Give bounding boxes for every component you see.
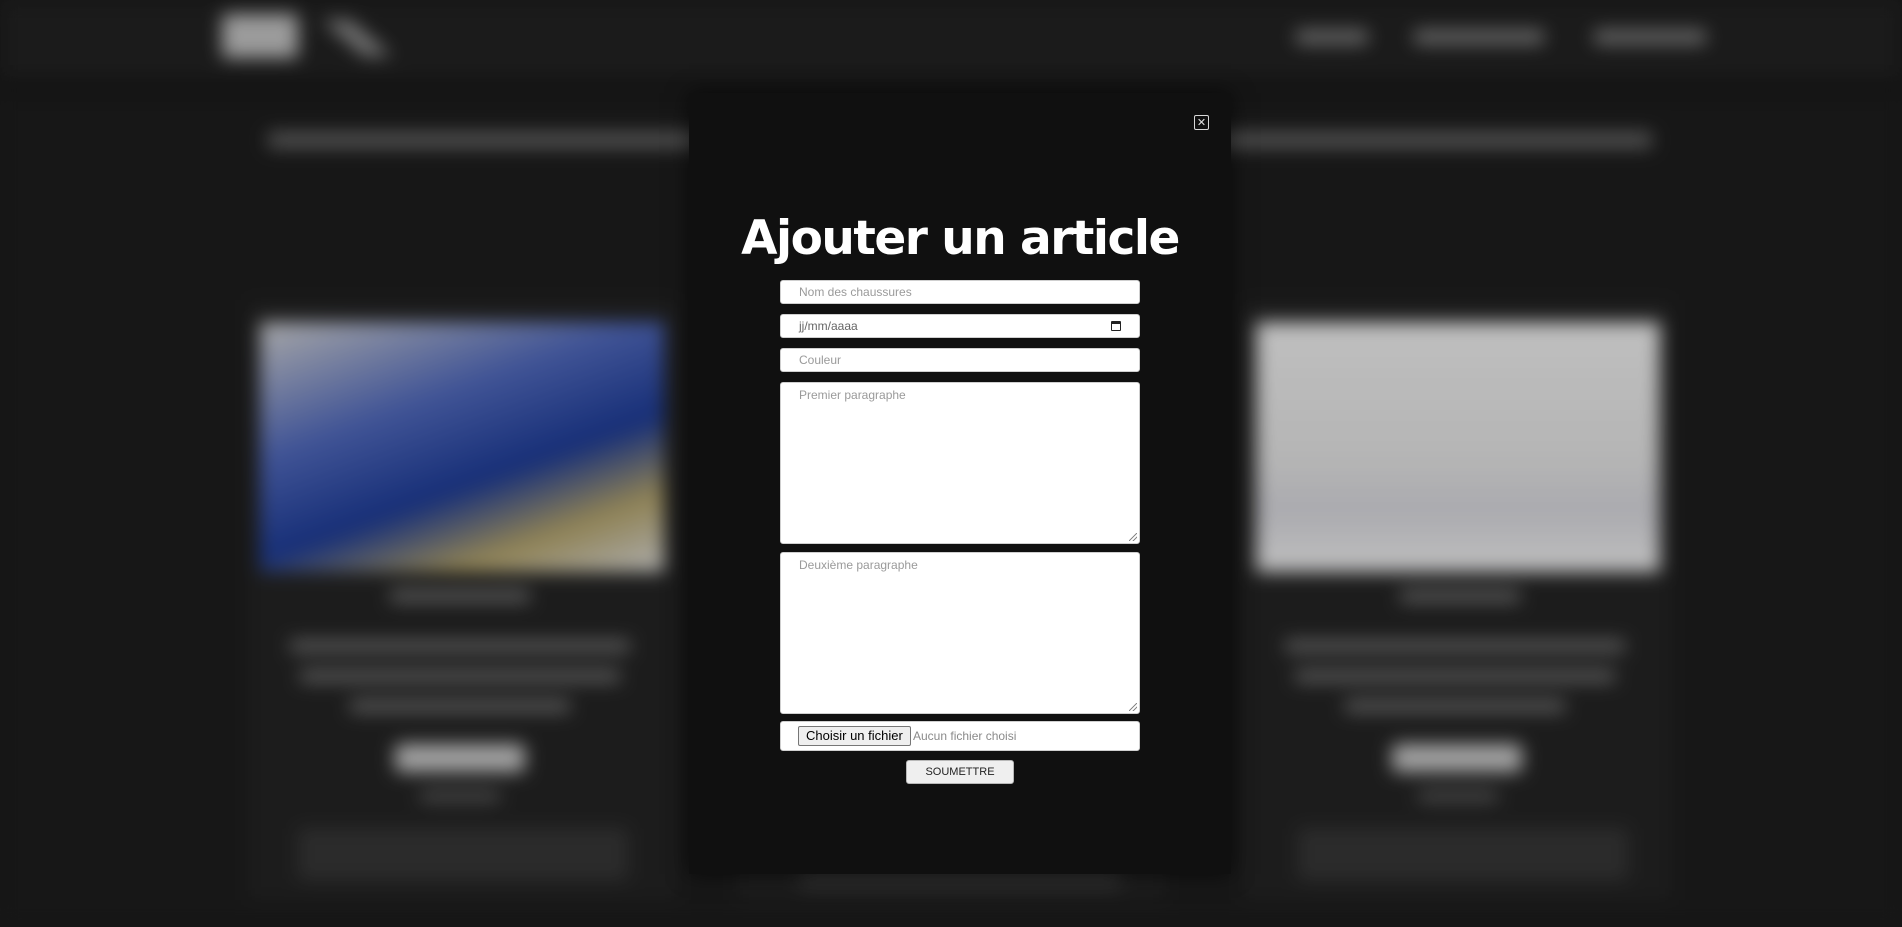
file-status-text: Aucun fichier choisi bbox=[913, 729, 1017, 743]
resize-handle-icon[interactable] bbox=[1129, 703, 1137, 711]
date-input[interactable]: jj/mm/aaaa bbox=[780, 314, 1140, 338]
modal-title: Ajouter un article bbox=[741, 211, 1180, 266]
second-paragraph-placeholder: Deuxième paragraphe bbox=[799, 558, 918, 572]
second-paragraph-textarea[interactable]: Deuxième paragraphe bbox=[780, 552, 1140, 714]
calendar-icon[interactable] bbox=[1111, 321, 1121, 331]
color-placeholder: Couleur bbox=[799, 353, 842, 367]
date-placeholder: jj/mm/aaaa bbox=[799, 319, 858, 333]
file-input[interactable]: Choisir un fichier Aucun fichier choisi bbox=[780, 721, 1140, 751]
first-paragraph-placeholder: Premier paragraphe bbox=[799, 388, 906, 402]
color-input[interactable]: Couleur bbox=[780, 348, 1140, 372]
add-article-modal: ✕ Ajouter un article Nom des chaussures … bbox=[689, 93, 1231, 874]
shoe-name-placeholder: Nom des chaussures bbox=[799, 285, 912, 299]
choose-file-button[interactable]: Choisir un fichier bbox=[798, 726, 911, 746]
submit-button[interactable]: SOUMETTRE bbox=[906, 760, 1014, 784]
shoe-name-input[interactable]: Nom des chaussures bbox=[780, 280, 1140, 304]
resize-handle-icon[interactable] bbox=[1129, 533, 1137, 541]
first-paragraph-textarea[interactable]: Premier paragraphe bbox=[780, 382, 1140, 544]
close-icon[interactable]: ✕ bbox=[1194, 115, 1209, 130]
